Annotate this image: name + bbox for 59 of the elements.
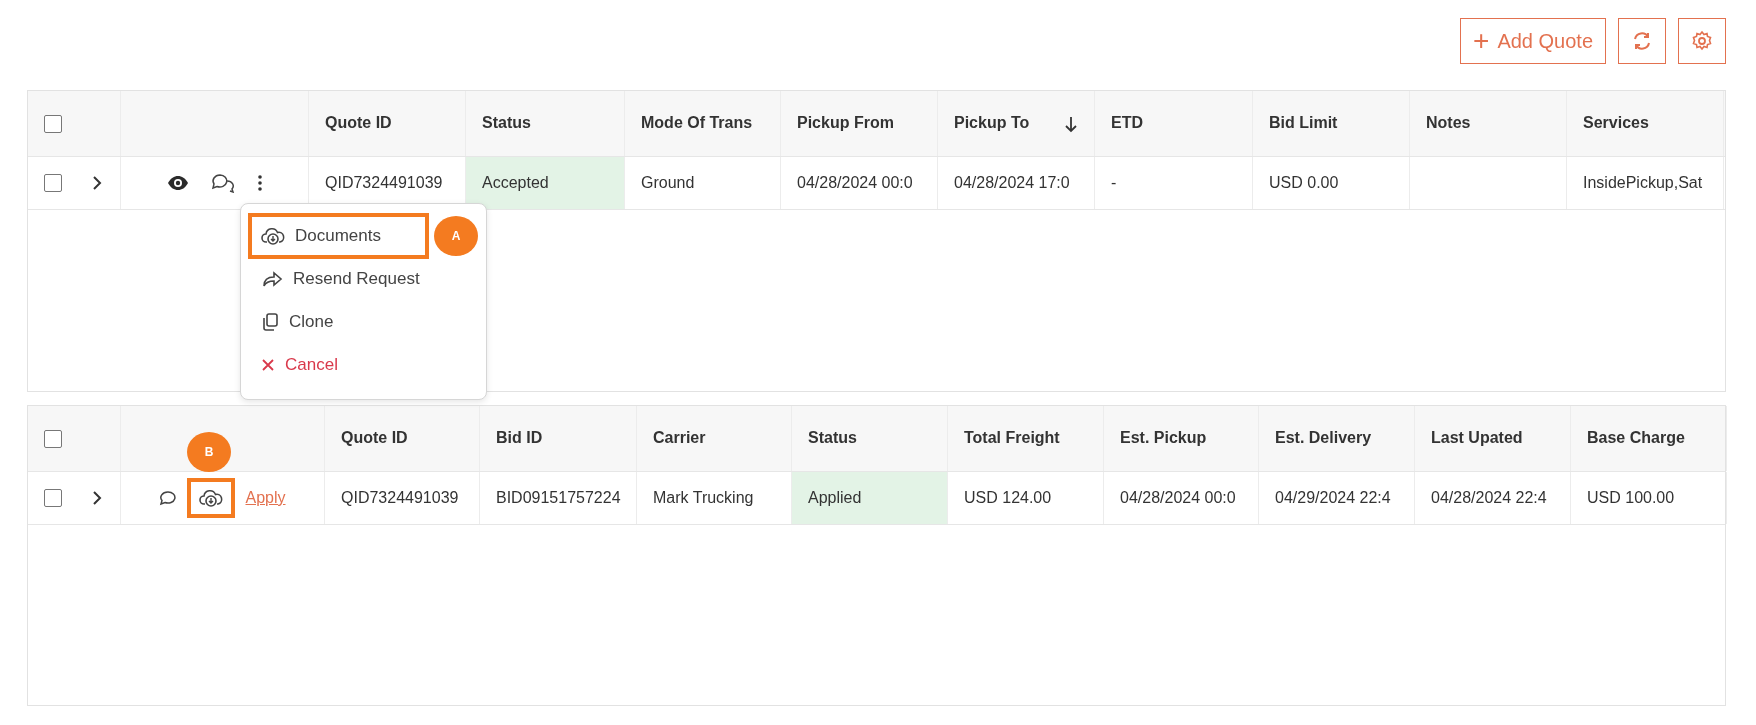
table-cell: 04/28/2024 22:4 xyxy=(1431,489,1547,507)
table-cell: Ground xyxy=(641,174,695,192)
column-header[interactable]: Quote ID xyxy=(325,113,392,134)
column-header[interactable]: ETD xyxy=(1111,113,1143,134)
table-cell: Mark Trucking xyxy=(653,489,754,507)
table-cell: - xyxy=(1111,174,1117,192)
cloud-download-icon[interactable] xyxy=(199,488,224,508)
copy-icon xyxy=(261,312,279,332)
close-icon xyxy=(261,358,275,372)
settings-button[interactable] xyxy=(1678,18,1726,64)
table-cell: QID7324491039 xyxy=(325,174,443,192)
chevron-right-icon[interactable] xyxy=(92,490,102,506)
checkbox[interactable] xyxy=(44,429,62,448)
column-header[interactable]: Bid Limit xyxy=(1269,113,1338,134)
table-cell: 04/29/2024 22:4 xyxy=(1275,489,1391,507)
settings-icon xyxy=(1691,30,1713,52)
menu-item[interactable]: Resend Request xyxy=(251,259,430,299)
table-cell: Applied xyxy=(808,489,862,507)
column-header[interactable]: Base Charge xyxy=(1587,428,1685,449)
column-header[interactable]: Total Freight xyxy=(964,428,1060,449)
menu-item[interactable]: Documents xyxy=(251,216,426,256)
column-header[interactable]: Services xyxy=(1583,113,1649,134)
chat-bubble-icon[interactable] xyxy=(159,490,178,506)
column-header[interactable]: Notes xyxy=(1426,113,1471,134)
table-cell: QID7324491039 xyxy=(341,489,459,507)
cloud-download-icon[interactable] xyxy=(261,226,285,246)
table-cell: USD 0.00 xyxy=(1269,174,1339,192)
column-header[interactable]: Est. Pickup xyxy=(1120,428,1207,449)
column-header[interactable]: Quote ID xyxy=(341,428,408,449)
table-cell: 04/28/2024 00:0 xyxy=(797,174,913,192)
table-cell: 04/28/2024 17:0 xyxy=(954,174,1070,192)
column-header[interactable]: Pickup From xyxy=(797,113,894,134)
column-header[interactable]: Bid ID xyxy=(496,428,543,449)
table-cell: Accepted xyxy=(482,174,549,192)
chevron-right-icon[interactable] xyxy=(92,175,102,191)
column-header[interactable]: Last Upated xyxy=(1431,428,1523,449)
menu-item[interactable]: Clone xyxy=(251,302,344,342)
column-header[interactable]: Carrier xyxy=(653,428,706,449)
checkbox[interactable] xyxy=(44,489,62,507)
chat-bubbles-icon[interactable] xyxy=(210,173,235,193)
checkbox[interactable] xyxy=(44,174,62,192)
table-cell: 04/28/2024 00:0 xyxy=(1120,489,1236,507)
share-arrow-icon xyxy=(261,270,283,288)
sort-arrow-icon[interactable] xyxy=(1064,114,1078,133)
refresh-button[interactable] xyxy=(1618,18,1666,64)
menu-item[interactable]: Cancel xyxy=(251,345,348,385)
checkbox[interactable] xyxy=(44,114,62,133)
column-header[interactable]: Est. Delivery xyxy=(1275,428,1372,449)
column-header[interactable]: Pickup To xyxy=(954,113,1030,134)
table-cell: InsidePickup,Sat xyxy=(1583,174,1703,192)
column-header[interactable]: Mode Of Trans xyxy=(641,113,753,134)
column-header[interactable]: Status xyxy=(808,428,857,449)
more-vertical-icon[interactable] xyxy=(256,174,263,192)
table-cell: USD 124.00 xyxy=(964,489,1052,507)
table-cell: BID09151757224 xyxy=(496,489,621,507)
eye-icon[interactable] xyxy=(166,175,189,191)
column-header[interactable]: Status xyxy=(482,113,531,134)
refresh-icon xyxy=(1631,30,1653,52)
table-cell: USD 100.00 xyxy=(1587,489,1675,507)
